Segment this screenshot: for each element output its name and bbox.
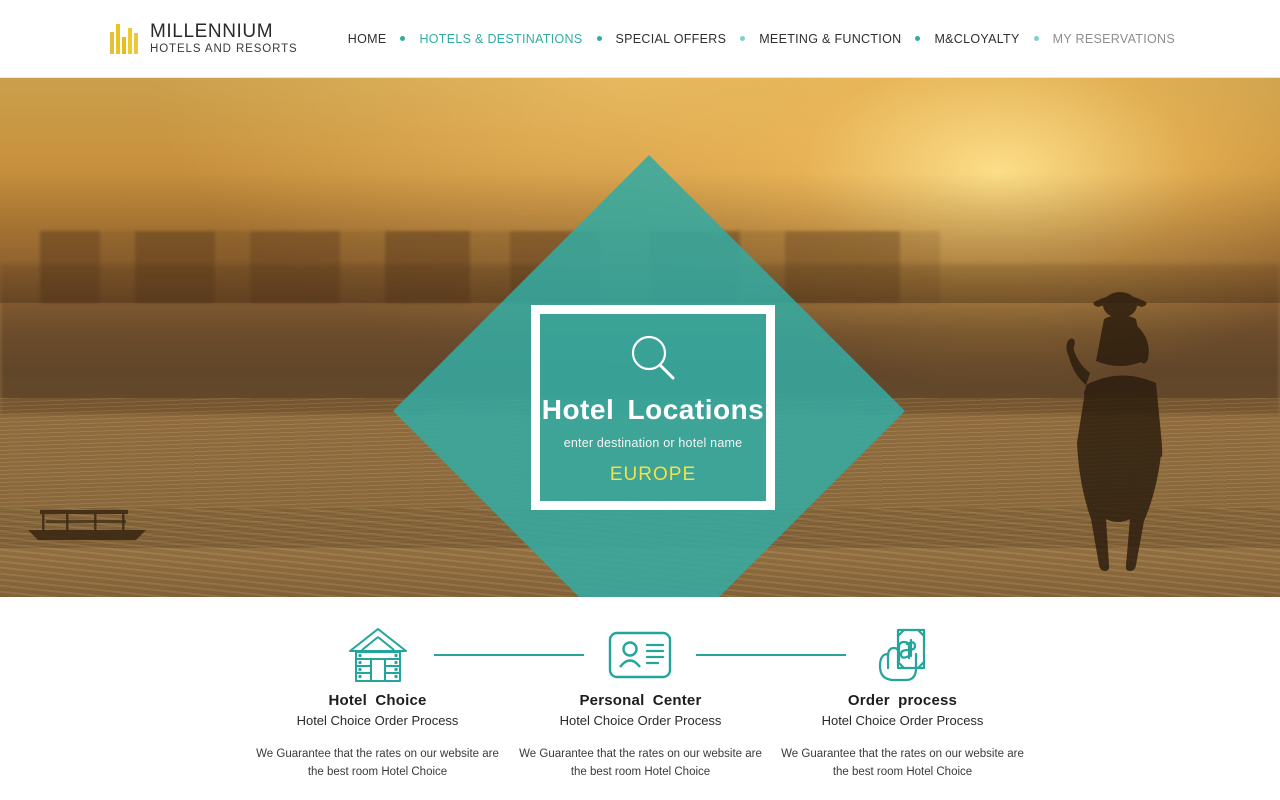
bar-chart-logo-icon <box>110 23 138 54</box>
nav-separator-dot <box>596 36 602 41</box>
feature-column-personal-center: Personal Center Hotel Choice Order Proce… <box>510 692 772 782</box>
feature-icon-slot <box>846 626 958 684</box>
hero-banner: Hotel Locations enter destination or hot… <box>0 78 1280 597</box>
brand-name: MILLENNIUM <box>150 20 274 42</box>
brand-tagline: HOTELS AND RESORTS <box>150 43 298 56</box>
brand-logo[interactable]: MILLENNIUM HOTELS AND RESORTS <box>110 20 298 56</box>
feature-description: We Guarantee that the rates on our websi… <box>781 748 1024 778</box>
feature-icon-row <box>0 620 1280 690</box>
magnifier-icon[interactable] <box>627 332 679 384</box>
nav-separator-dot <box>915 36 921 41</box>
nav-item-home[interactable]: HOME <box>348 32 387 46</box>
feature-description: We Guarantee that the rates on our websi… <box>256 748 499 778</box>
feature-subtitle: Hotel Choice Order Process <box>559 713 722 728</box>
nav-item-my-reservations[interactable]: MY RESERVATIONS <box>1053 32 1175 46</box>
feature-column-hotel-choice: Hotel Choice Hotel Choice Order Process … <box>247 692 509 782</box>
site-header: MILLENNIUM HOTELS AND RESORTS HOME HOTEL… <box>0 0 1280 78</box>
nav-separator-dot <box>1033 36 1039 41</box>
nav-item-meeting-function[interactable]: MEETING & FUNCTION <box>759 32 901 46</box>
feature-subtitle: Hotel Choice Order Process <box>821 713 984 728</box>
feature-icon-slot <box>584 630 696 680</box>
feature-text-row: Hotel Choice Hotel Choice Order Process … <box>0 692 1280 782</box>
feature-title: Hotel Choice <box>328 692 427 709</box>
features-section: Hotel Choice Hotel Choice Order Process … <box>0 597 1280 800</box>
nav-item-hotels-destinations[interactable]: HOTELS & DESTINATIONS <box>419 32 582 46</box>
nav-separator-dot <box>400 36 406 41</box>
main-navigation: HOME HOTELS & DESTINATIONS SPECIAL OFFER… <box>348 32 1175 46</box>
brand-text: MILLENNIUM HOTELS AND RESORTS <box>150 20 298 56</box>
feature-title: Order process <box>847 692 958 709</box>
hotel-locations-search-card[interactable]: Hotel Locations enter destination or hot… <box>531 305 775 510</box>
cabin-house-icon <box>349 628 407 682</box>
feature-title: Personal Center <box>579 692 702 709</box>
hand-holding-note-icon <box>878 628 926 682</box>
feature-subtitle: Hotel Choice Order Process <box>296 713 459 728</box>
hero-search-panel: Hotel Locations enter destination or hot… <box>0 78 1280 597</box>
hero-subtitle: enter destination or hotel name <box>563 436 743 450</box>
nav-separator-dot <box>740 36 746 41</box>
feature-icon-slot <box>322 626 434 684</box>
feature-description: We Guarantee that the rates on our websi… <box>519 748 762 778</box>
nav-item-mcloyalty[interactable]: M&CLOYALTY <box>934 32 1019 46</box>
feature-column-order-process: Order process Hotel Choice Order Process… <box>772 692 1034 782</box>
hero-title: Hotel Locations <box>541 394 765 425</box>
region-selector-europe[interactable]: EUROPE <box>610 464 696 486</box>
nav-item-special-offers[interactable]: SPECIAL OFFERS <box>616 32 727 46</box>
feature-connector-line <box>434 654 584 656</box>
feature-connector-line <box>696 654 846 656</box>
id-card-person-icon <box>608 631 672 679</box>
